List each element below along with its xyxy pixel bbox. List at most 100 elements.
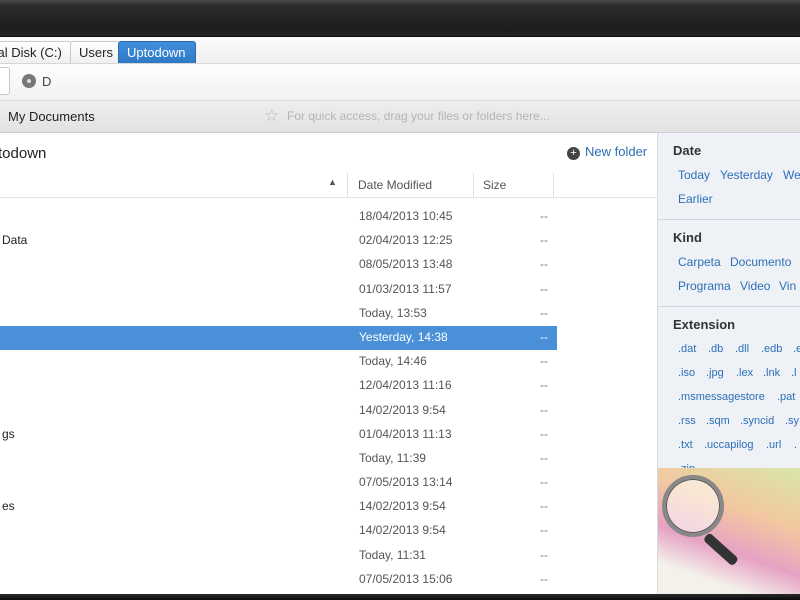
filter-panel: Date Today Yesterday We Earlier Kind Car… xyxy=(657,133,800,594)
drive-label: D xyxy=(42,74,52,89)
new-folder-button[interactable]: + New folder xyxy=(567,144,647,160)
row-date: 01/03/2013 11:57 xyxy=(359,281,452,296)
row-size: -- xyxy=(540,281,548,296)
table-row[interactable]: Today, 14:46 -- xyxy=(0,350,657,374)
filter-ext-sqm[interactable]: .sqm xyxy=(706,415,730,427)
toolbar-button[interactable] xyxy=(0,67,10,95)
column-divider[interactable] xyxy=(473,173,474,197)
row-size: -- xyxy=(540,354,548,369)
row-date: 01/04/2013 11:13 xyxy=(359,426,452,441)
table-row[interactable]: 08/05/2013 13:48 -- xyxy=(0,253,657,277)
quick-access-bar: My Documents ☆ For quick access, drag yo… xyxy=(0,101,800,133)
drive-button[interactable]: D xyxy=(22,72,51,92)
row-size: -- xyxy=(540,402,548,417)
new-folder-label: New folder xyxy=(585,144,648,159)
disc-drive-icon xyxy=(22,74,36,88)
column-header-date[interactable]: Date Modified xyxy=(358,178,432,192)
table-row[interactable]: 01/03/2013 11:57 -- xyxy=(0,278,657,302)
filter-ext-pat[interactable]: .pat xyxy=(777,391,795,403)
filter-ext-db[interactable]: .db xyxy=(708,343,723,355)
magnifying-glass-icon xyxy=(662,475,724,537)
toolbar: D xyxy=(0,64,800,101)
filter-date-earlier[interactable]: Earlier xyxy=(678,192,713,206)
row-size: -- xyxy=(540,475,548,490)
row-size: -- xyxy=(540,378,548,393)
row-size: -- xyxy=(540,305,548,320)
table-row[interactable]: 18/04/2013 10:45 -- xyxy=(0,205,657,229)
filter-kind-vin[interactable]: Vin xyxy=(779,279,796,293)
row-date: 18/04/2013 10:45 xyxy=(359,209,453,223)
filter-ext-lnk[interactable]: .lnk xyxy=(763,367,780,379)
filter-kind-programa[interactable]: Programa xyxy=(678,279,731,293)
filter-ext-sy[interactable]: .sy xyxy=(785,415,799,427)
table-row[interactable]: gs 01/04/2013 11:13 -- xyxy=(0,423,657,447)
filter-kind-video[interactable]: Video xyxy=(740,279,770,293)
filter-ext-more[interactable]: . xyxy=(794,439,797,451)
table-row[interactable]: 07/05/2013 15:06 -- xyxy=(0,568,657,592)
filter-ext-dat[interactable]: .dat xyxy=(678,343,696,355)
column-divider[interactable] xyxy=(347,173,348,197)
filter-date-week[interactable]: We xyxy=(783,168,800,182)
filter-ext-l[interactable]: .l xyxy=(791,367,797,379)
star-icon: ☆ xyxy=(264,106,280,125)
breadcrumb-item-users[interactable]: Users xyxy=(70,41,120,63)
breadcrumb: cal Disk (C:) Users Uptodown xyxy=(0,37,800,64)
row-size: -- xyxy=(540,257,548,272)
column-divider[interactable] xyxy=(553,173,554,197)
sort-ascending-icon[interactable]: ▲ xyxy=(328,177,337,187)
row-name: Data xyxy=(2,233,28,248)
breadcrumb-item-uptodown[interactable]: Uptodown xyxy=(118,41,196,63)
file-browser-app: cal Disk (C:) Users Uptodown D My Docume… xyxy=(0,37,800,594)
window-bottom-edge xyxy=(0,594,800,600)
row-name: gs xyxy=(2,426,15,441)
table-row[interactable]: Today, 11:39 -- xyxy=(0,447,657,471)
breadcrumb-item-local-disk[interactable]: cal Disk (C:) xyxy=(0,41,72,63)
filter-ext-iso[interactable]: .iso xyxy=(678,367,695,379)
filter-kind-documento[interactable]: Documento xyxy=(730,255,791,269)
table-row[interactable]: Today, 13:53 -- xyxy=(0,302,657,326)
filter-ext-syncid[interactable]: .syncid xyxy=(740,415,774,427)
filter-ext-uccapilog[interactable]: .uccapilog xyxy=(704,439,754,451)
filter-ext-jpg[interactable]: .jpg xyxy=(706,367,724,379)
row-date: 07/05/2013 15:06 xyxy=(359,571,453,586)
row-date: 08/05/2013 13:48 xyxy=(359,257,453,272)
file-rows: 18/04/2013 10:45 -- Data 02/04/2013 12:25 -… xyxy=(0,205,657,592)
table-row[interactable]: es 14/02/2013 9:54 -- xyxy=(0,495,657,519)
filter-ext-url[interactable]: .url xyxy=(766,439,781,451)
quick-access-hint: For quick access, drag your files or fol… xyxy=(287,109,550,123)
filter-kind-carpeta[interactable]: Carpeta xyxy=(678,255,721,269)
filter-date-title: Date xyxy=(673,143,702,158)
row-date: 07/05/2013 13:14 xyxy=(359,475,453,490)
table-row[interactable]: Data 02/04/2013 12:25 -- xyxy=(0,229,657,253)
window-title-bar xyxy=(0,0,800,36)
table-row[interactable]: 07/05/2013 13:14 -- xyxy=(0,471,657,495)
row-size: -- xyxy=(540,329,548,344)
quick-access-my-documents[interactable]: My Documents xyxy=(8,101,95,132)
plus-icon: + xyxy=(567,147,580,160)
table-row[interactable]: 14/02/2013 9:54 -- xyxy=(0,399,657,423)
filter-ext-msmessagestore[interactable]: .msmessagestore xyxy=(678,391,765,403)
row-size: -- xyxy=(540,426,548,441)
table-row-selected[interactable]: Yesterday, 14:38 -- xyxy=(0,325,557,351)
row-date: Today, 14:46 xyxy=(359,354,427,369)
filter-date-today[interactable]: Today xyxy=(678,168,710,182)
column-header: ▲ Date Modified Size xyxy=(0,173,657,198)
filter-ext-dll[interactable]: .dll xyxy=(735,343,749,355)
filter-ext-e[interactable]: .e xyxy=(793,343,800,355)
filter-ext-lex[interactable]: .lex xyxy=(736,367,753,379)
filter-ext-edb[interactable]: .edb xyxy=(761,343,782,355)
divider xyxy=(658,306,800,307)
table-row[interactable]: Today, 11:31 -- xyxy=(0,544,657,568)
row-name: es xyxy=(2,499,15,514)
table-row[interactable]: 14/02/2013 9:54 -- xyxy=(0,519,657,543)
filter-date-yesterday[interactable]: Yesterday xyxy=(720,168,773,182)
row-date: Today, 11:31 xyxy=(359,547,426,562)
row-date: 14/02/2013 9:54 xyxy=(359,499,446,514)
row-size: -- xyxy=(540,233,548,248)
row-date: Today, 13:53 xyxy=(359,305,427,320)
table-row[interactable]: 12/04/2013 11:16 -- xyxy=(0,374,657,398)
filter-ext-txt[interactable]: .txt xyxy=(678,439,693,451)
filter-ext-rss[interactable]: .rss xyxy=(678,415,696,427)
row-date: Today, 11:39 xyxy=(359,450,426,465)
column-header-size[interactable]: Size xyxy=(483,178,506,192)
